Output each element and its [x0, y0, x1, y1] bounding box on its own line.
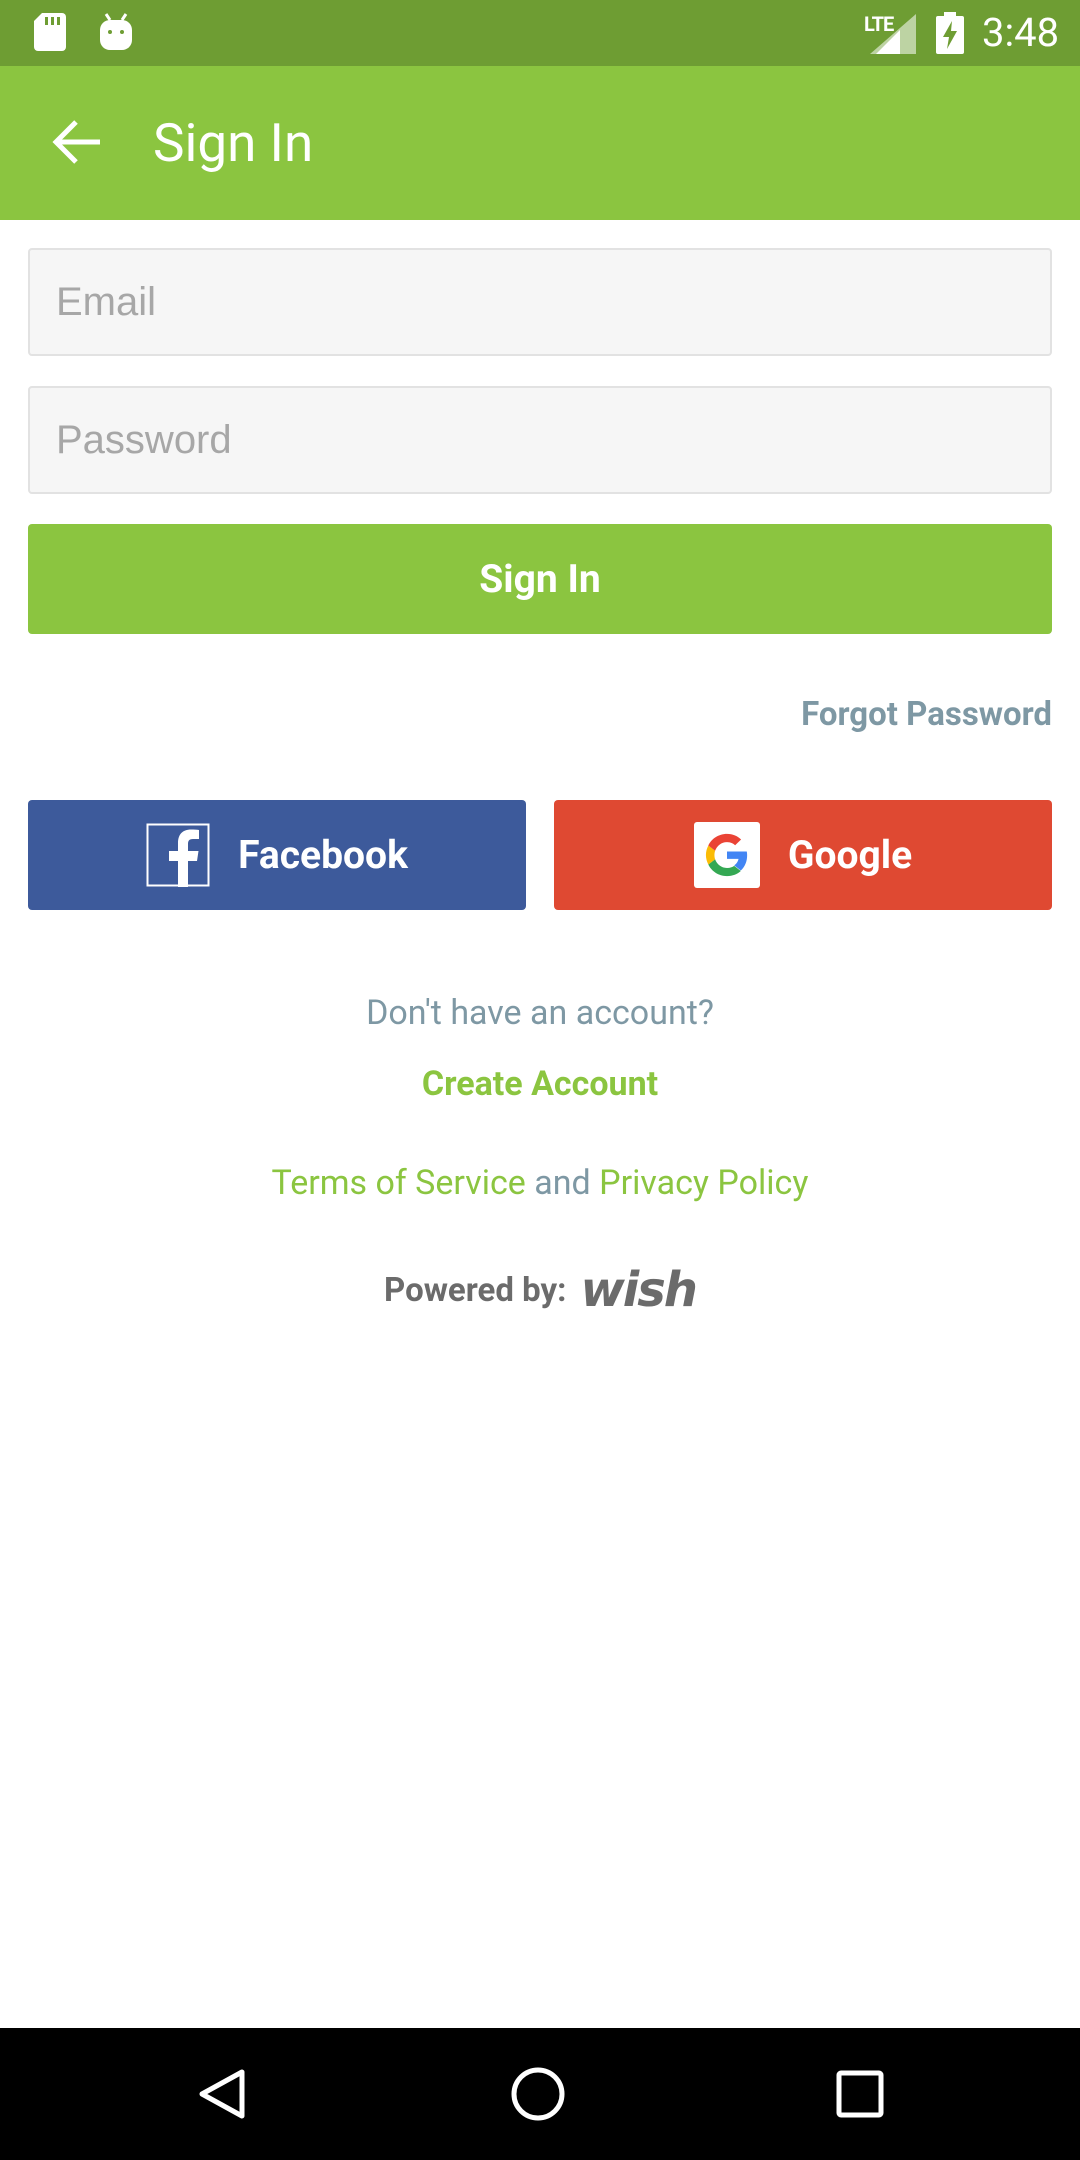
create-account-row: Create Account — [0, 1064, 1080, 1104]
clock: 3:48 — [982, 9, 1060, 56]
email-field[interactable] — [30, 250, 1050, 354]
terms-of-service-link[interactable]: Terms of Service — [272, 1163, 526, 1203]
and-text: and — [534, 1163, 591, 1203]
privacy-policy-link[interactable]: Privacy Policy — [599, 1163, 808, 1203]
google-g-logo — [705, 833, 747, 877]
android-icon — [100, 13, 132, 50]
nav-recents-icon[interactable] — [836, 2070, 884, 2118]
wish-logo: wish — [580, 1262, 698, 1318]
facebook-label: Facebook — [238, 832, 408, 878]
sign-in-button[interactable]: Sign In — [28, 524, 1052, 634]
page-title: Sign In — [153, 112, 314, 174]
password-field[interactable] — [30, 388, 1050, 492]
back-arrow-icon[interactable] — [52, 118, 102, 166]
nav-back-icon[interactable] — [194, 2066, 250, 2122]
password-field-container — [28, 386, 1052, 494]
forgot-password-link[interactable]: Forgot Password — [801, 695, 1052, 734]
powered-by: Powered by: wish — [0, 1262, 1080, 1318]
google-icon — [693, 822, 760, 888]
facebook-sign-in-button[interactable]: Facebook — [28, 800, 526, 910]
create-account-link[interactable]: Create Account — [422, 1064, 658, 1104]
battery-charging-icon — [936, 12, 964, 54]
email-field-container — [28, 248, 1052, 356]
google-label: Google — [787, 832, 913, 878]
app-bar: Sign In — [0, 66, 1080, 220]
status-bar: LTE 3:48 — [0, 0, 1080, 66]
powered-by-label: Powered by: — [384, 1270, 567, 1310]
nav-home-icon[interactable] — [510, 2066, 566, 2122]
no-account-text: Don't have an account? — [366, 993, 714, 1033]
facebook-icon — [146, 823, 210, 887]
google-sign-in-button[interactable]: Google — [554, 800, 1052, 910]
signal-icon — [870, 14, 916, 54]
sd-card-icon — [34, 13, 66, 51]
navigation-bar — [0, 2028, 1080, 2160]
legal-links: Terms of Service and Privacy Policy — [0, 1163, 1080, 1203]
